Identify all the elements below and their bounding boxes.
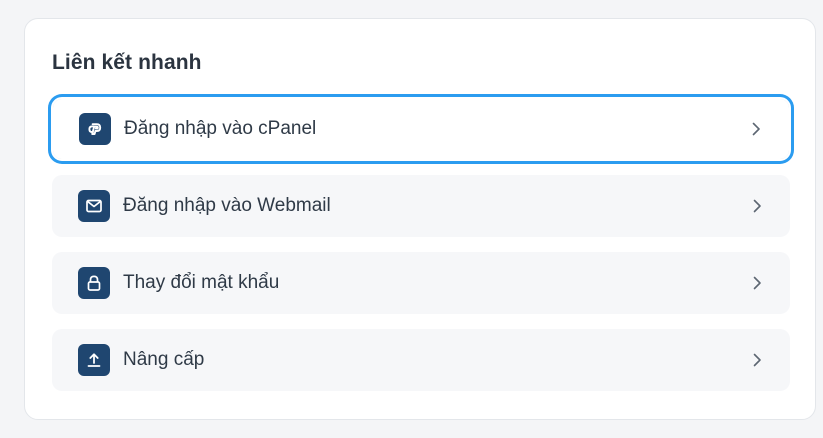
link-label: Đăng nhập vào cPanel xyxy=(124,118,317,139)
chevron-right-icon xyxy=(750,276,764,290)
lock-icon xyxy=(78,267,110,299)
quick-links-card: Liên kết nhanh Đăng nhập vào cPanel Đăng… xyxy=(24,18,816,420)
quick-links-list: Đăng nhập vào cPanel Đăng nhập vào Webma… xyxy=(51,97,791,406)
cpanel-icon xyxy=(79,113,111,145)
mail-icon xyxy=(78,190,110,222)
link-label: Thay đổi mật khẩu xyxy=(123,272,280,293)
upload-icon xyxy=(78,344,110,376)
link-label: Đăng nhập vào Webmail xyxy=(123,195,331,216)
chevron-right-icon xyxy=(750,353,764,367)
change-password-link[interactable]: Thay đổi mật khẩu xyxy=(52,252,790,314)
link-label: Nâng cấp xyxy=(123,349,205,370)
cpanel-login-link[interactable]: Đăng nhập vào cPanel xyxy=(51,97,791,161)
chevron-right-icon xyxy=(749,122,763,136)
webmail-login-link[interactable]: Đăng nhập vào Webmail xyxy=(52,175,790,237)
upgrade-link[interactable]: Nâng cấp xyxy=(52,329,790,391)
card-title: Liên kết nhanh xyxy=(52,51,202,74)
chevron-right-icon xyxy=(750,199,764,213)
